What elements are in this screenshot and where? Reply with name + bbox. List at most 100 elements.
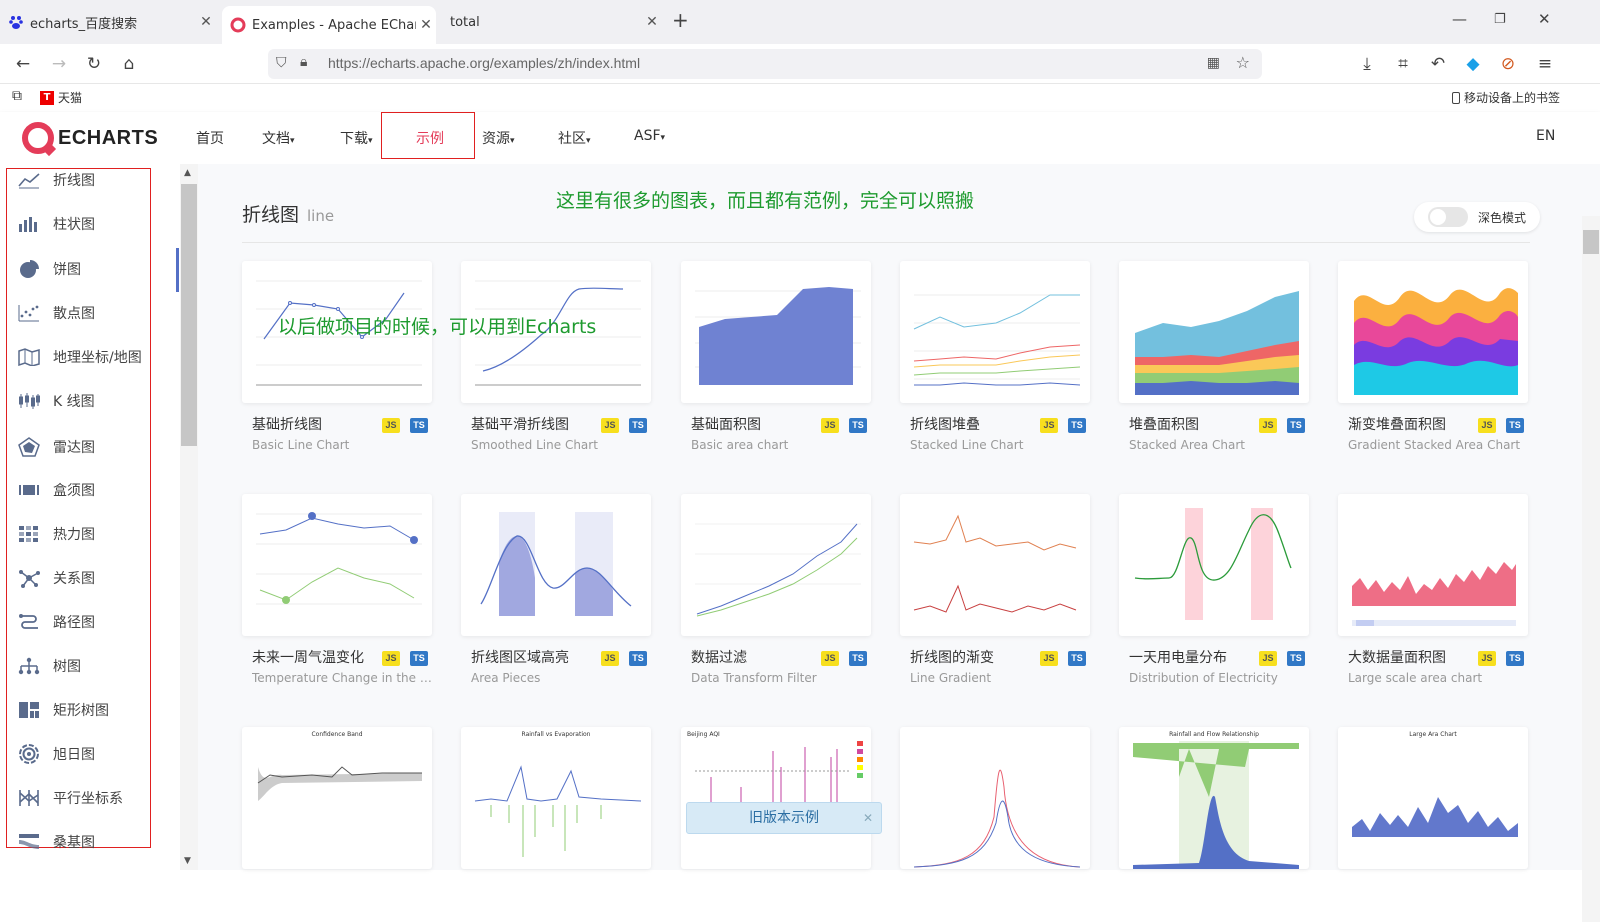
close-tab-icon[interactable]: ✕: [196, 14, 216, 30]
ts-badge[interactable]: TS: [410, 651, 428, 666]
example-card[interactable]: 一天用电量分布 JS TS Distribution of Electricity: [1119, 494, 1309, 685]
example-thumbnail[interactable]: Rainfall and Flow Relationship: [1119, 727, 1309, 869]
example-card[interactable]: 折线图堆叠 JS TS Stacked Line Chart: [900, 261, 1090, 452]
browser-tab-baidu[interactable]: echarts_百度搜索 ✕: [0, 7, 216, 37]
example-title[interactable]: 大数据量面积图: [1348, 647, 1446, 667]
ts-badge[interactable]: TS: [410, 418, 428, 433]
close-tab-icon[interactable]: ✕: [642, 14, 662, 30]
example-title[interactable]: 未来一周气温变化: [252, 647, 364, 667]
example-thumbnail[interactable]: [242, 494, 432, 636]
ts-badge[interactable]: TS: [849, 651, 867, 666]
download-icon[interactable]: ⤓: [1356, 53, 1378, 75]
ts-badge[interactable]: TS: [629, 651, 647, 666]
example-thumbnail[interactable]: [1119, 261, 1309, 403]
echarts-logo[interactable]: ECHARTS: [22, 122, 158, 154]
home-icon[interactable]: ⌂: [118, 53, 140, 75]
sidebar-item-boxplot[interactable]: 盒须图: [18, 478, 95, 502]
example-thumbnail[interactable]: [461, 494, 651, 636]
example-title[interactable]: 数据过滤: [691, 647, 747, 667]
example-card[interactable]: [900, 727, 1090, 869]
example-card[interactable]: Large Ara Chart: [1338, 727, 1528, 869]
nav-community[interactable]: 社区▾: [558, 128, 591, 148]
sidebar-item-tree[interactable]: 树图: [18, 654, 81, 678]
browser-tab-total[interactable]: total ✕: [442, 7, 662, 37]
example-title[interactable]: 基础平滑折线图: [471, 414, 569, 434]
sidebar-item-graph[interactable]: 关系图: [18, 566, 95, 590]
example-card[interactable]: 堆叠面积图 JS TS Stacked Area Chart: [1119, 261, 1309, 452]
example-card[interactable]: 折线图的渐变 JS TS Line Gradient: [900, 494, 1090, 685]
scroll-down-icon[interactable]: ▼: [184, 856, 191, 866]
close-banner-icon[interactable]: ✕: [863, 803, 873, 833]
new-tab-icon[interactable]: +: [672, 8, 689, 32]
example-card[interactable]: Confidence Band: [242, 727, 432, 869]
reload-icon[interactable]: ↻: [83, 53, 105, 75]
sidebar-item-candlestick[interactable]: K 线图: [18, 389, 95, 413]
example-card[interactable]: 数据过滤 JS TS Data Transform Filter: [681, 494, 871, 685]
nav-asf[interactable]: ASF▾: [634, 128, 665, 144]
example-thumbnail[interactable]: Confidence Band: [242, 727, 432, 869]
undo-icon[interactable]: ↶: [1427, 53, 1449, 75]
nav-resources[interactable]: 资源▾: [482, 128, 515, 148]
sidebar-item-treemap[interactable]: 矩形树图: [18, 698, 109, 722]
nav-download[interactable]: 下载▾: [340, 128, 373, 148]
js-badge[interactable]: JS: [821, 651, 839, 666]
example-card[interactable]: Rainfall vs Evaporation: [461, 727, 651, 869]
nav-docs[interactable]: 文档▾: [262, 128, 295, 148]
extensions-puzzle-icon[interactable]: ⧉: [12, 88, 22, 104]
example-thumbnail[interactable]: [1119, 494, 1309, 636]
js-badge[interactable]: JS: [382, 651, 400, 666]
ts-badge[interactable]: TS: [1068, 418, 1086, 433]
example-card[interactable]: 未来一周气温变化 JS TS Temperature Change in the …: [242, 494, 432, 685]
extension-icon[interactable]: ◆: [1462, 53, 1484, 75]
url-bar[interactable]: ⛉ 🔒︎ https://echarts.apache.org/examples…: [268, 49, 1262, 79]
js-badge[interactable]: JS: [601, 651, 619, 666]
example-thumbnail[interactable]: Large Ara Chart: [1338, 727, 1528, 869]
js-badge[interactable]: JS: [1478, 418, 1496, 433]
sidebar-item-heatmap[interactable]: 热力图: [18, 522, 95, 546]
sidebar-item-radar[interactable]: 雷达图: [18, 435, 95, 459]
js-badge[interactable]: JS: [1259, 418, 1277, 433]
restore-icon[interactable]: ❐: [1494, 12, 1506, 27]
example-thumbnail[interactable]: [900, 261, 1090, 403]
nav-home[interactable]: 首页: [196, 128, 224, 148]
star-icon[interactable]: ☆: [1236, 53, 1250, 72]
sidebar-item-map[interactable]: 地理坐标/地图: [18, 345, 142, 369]
example-thumbnail[interactable]: Beijing AQI: [681, 727, 871, 869]
bookmark-tmall[interactable]: T 天猫: [40, 89, 82, 106]
ts-badge[interactable]: TS: [1068, 651, 1086, 666]
extension-2-icon[interactable]: ⊘: [1497, 53, 1519, 75]
example-card[interactable]: 基础面积图 JS TS Basic area chart: [681, 261, 871, 452]
example-title[interactable]: 基础折线图: [252, 414, 322, 434]
ts-badge[interactable]: TS: [1287, 418, 1305, 433]
js-badge[interactable]: JS: [1478, 651, 1496, 666]
back-icon[interactable]: ←: [12, 53, 34, 75]
example-thumbnail[interactable]: [681, 261, 871, 403]
window-close-icon[interactable]: ✕: [1538, 10, 1551, 28]
example-title[interactable]: 堆叠面积图: [1129, 414, 1199, 434]
menu-icon[interactable]: ≡: [1534, 53, 1556, 75]
scrollbar-thumb[interactable]: [1583, 230, 1599, 254]
js-badge[interactable]: JS: [821, 418, 839, 433]
example-title[interactable]: 基础面积图: [691, 414, 761, 434]
example-title[interactable]: 一天用电量分布: [1129, 647, 1227, 667]
forward-icon[interactable]: →: [48, 53, 70, 75]
qr-code-icon[interactable]: ▦: [1207, 55, 1220, 71]
sidebar-item-scatter[interactable]: 散点图: [18, 301, 95, 325]
example-thumbnail[interactable]: Rainfall vs Evaporation: [461, 727, 651, 869]
dark-mode-switch[interactable]: [1428, 207, 1468, 227]
dark-mode-toggle[interactable]: 深色模式: [1414, 202, 1540, 232]
example-card[interactable]: Beijing AQI: [681, 727, 871, 869]
js-badge[interactable]: JS: [382, 418, 400, 433]
example-title[interactable]: 渐变堆叠面积图: [1348, 414, 1446, 434]
browser-tab-echarts[interactable]: Examples - Apache ECharts ✕: [222, 6, 436, 44]
example-card[interactable]: 大数据量面积图 JS TS Large scale area chart: [1338, 494, 1528, 685]
example-thumbnail[interactable]: [900, 494, 1090, 636]
js-badge[interactable]: JS: [1040, 418, 1058, 433]
minimize-icon[interactable]: —: [1452, 10, 1467, 28]
ts-badge[interactable]: TS: [1287, 651, 1305, 666]
ts-badge[interactable]: TS: [1506, 418, 1524, 433]
sidebar-item-parallel[interactable]: 平行坐标系: [18, 786, 123, 810]
close-tab-icon[interactable]: ✕: [416, 17, 436, 33]
js-badge[interactable]: JS: [601, 418, 619, 433]
example-title[interactable]: 折线图堆叠: [910, 414, 980, 434]
